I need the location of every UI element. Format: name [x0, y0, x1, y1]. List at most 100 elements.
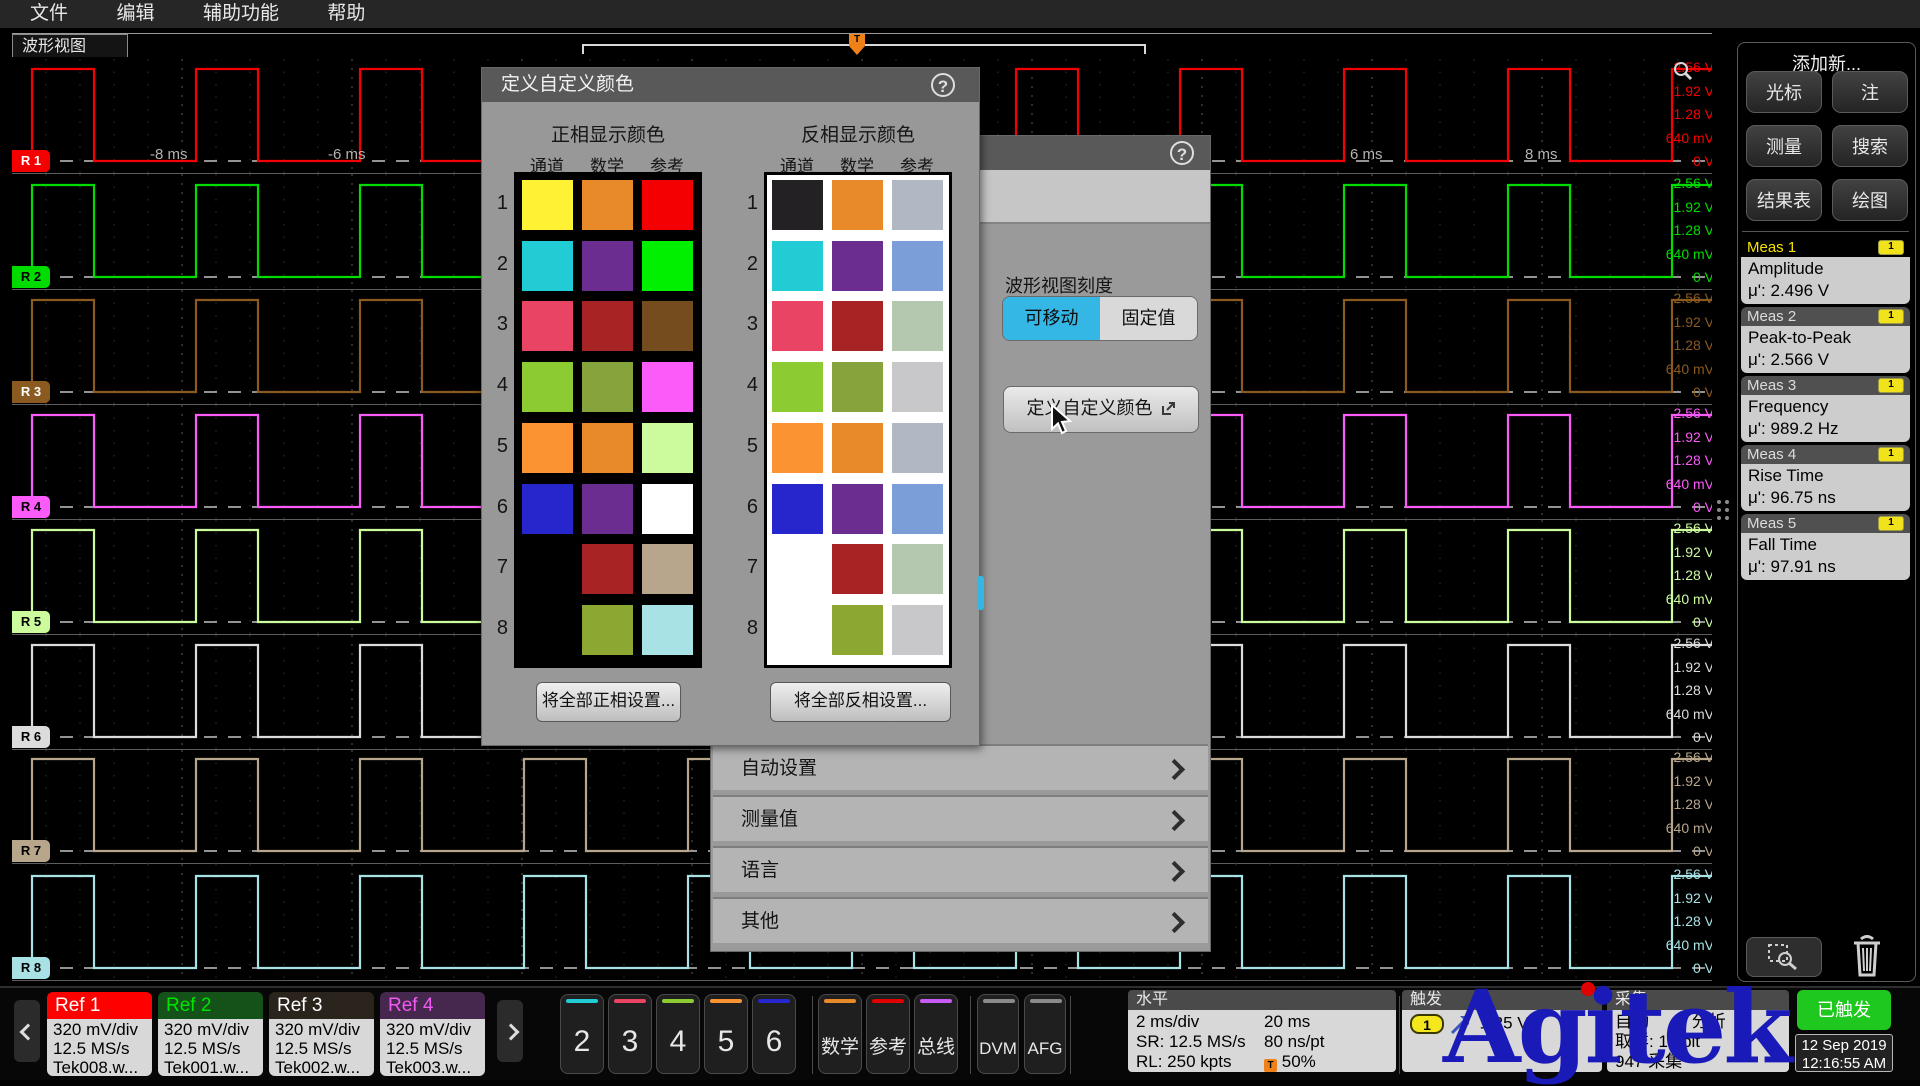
ref-handle-R5[interactable]: R 5	[12, 611, 50, 633]
meas-badge-2[interactable]: Meas 21Peak-to-Peakμ': 2.566 V	[1741, 307, 1910, 373]
inverted-swatch-ref-1[interactable]	[892, 180, 943, 230]
add-button-4-结果表[interactable]: 结果表	[1746, 179, 1822, 221]
channel-button-4[interactable]: 4	[656, 994, 700, 1074]
normal-swatch-ch-1[interactable]	[522, 180, 573, 230]
channel-button-DVM[interactable]: DVM	[977, 994, 1019, 1074]
ref-handle-R3[interactable]: R 3	[12, 381, 50, 403]
ref-handle-R2[interactable]: R 2	[12, 266, 50, 288]
normal-swatch-math-5[interactable]	[582, 423, 633, 473]
normal-swatch-ch-5[interactable]	[522, 423, 573, 473]
add-button-3-搜索[interactable]: 搜索	[1832, 125, 1908, 167]
settings-row-0[interactable]: 自动设置	[713, 744, 1208, 790]
channel-button-3[interactable]: 3	[608, 994, 652, 1074]
normal-swatch-ref-5[interactable]	[642, 423, 693, 473]
inverted-swatch-math-6[interactable]	[832, 484, 883, 534]
toggle-fixed[interactable]: 固定值	[1100, 297, 1197, 340]
horizontal-badge[interactable]: 水平 2 ms/div20 msSR: 12.5 MS/s80 ns/ptRL:…	[1128, 990, 1396, 1072]
inverted-swatch-math-5[interactable]	[832, 423, 883, 473]
ref-badge-1[interactable]: Ref 1320 mV/div12.5 MS/sTek008.w...	[47, 992, 152, 1076]
trash-icon[interactable]	[1846, 931, 1888, 979]
ref-badge-4[interactable]: Ref 4320 mV/div12.5 MS/sTek003.w...	[380, 992, 485, 1076]
channel-button-参考[interactable]: 参考	[866, 994, 910, 1074]
inverted-swatch-math-7[interactable]	[832, 544, 883, 594]
define-custom-colors-button[interactable]: 定义自定义颜色	[1003, 386, 1199, 433]
normal-swatch-ref-1[interactable]	[642, 180, 693, 230]
ref-handle-R7[interactable]: R 7	[12, 840, 50, 862]
inverted-swatch-ref-6[interactable]	[892, 484, 943, 534]
ref-badge-3[interactable]: Ref 3320 mV/div12.5 MS/sTek002.w...	[269, 992, 374, 1076]
inverted-swatch-ref-5[interactable]	[892, 423, 943, 473]
inverted-swatch-math-3[interactable]	[832, 301, 883, 351]
inverted-swatch-ch-2[interactable]	[772, 241, 823, 291]
normal-swatch-math-2[interactable]	[582, 241, 633, 291]
inverted-swatch-ref-3[interactable]	[892, 301, 943, 351]
inverted-swatch-math-8[interactable]	[832, 605, 883, 655]
ref-handle-R1[interactable]: R 1	[12, 150, 50, 172]
inverted-swatch-ref-4[interactable]	[892, 362, 943, 412]
normal-swatch-ch-3[interactable]	[522, 301, 573, 351]
normal-swatch-ch-4[interactable]	[522, 362, 573, 412]
normal-swatch-ref-3[interactable]	[642, 301, 693, 351]
ref-scroll-right-button[interactable]	[497, 1000, 523, 1062]
inverted-swatch-ch-5[interactable]	[772, 423, 823, 473]
channel-button-5[interactable]: 5	[704, 994, 748, 1074]
normal-swatch-math-1[interactable]	[582, 180, 633, 230]
inverted-swatch-ch-1[interactable]	[772, 180, 823, 230]
normal-swatch-ch-2[interactable]	[522, 241, 573, 291]
menu-help[interactable]: 帮助	[327, 0, 365, 28]
dialog-help-icon[interactable]: ?	[931, 73, 955, 97]
scroll-indicator[interactable]	[977, 576, 984, 610]
normal-swatch-math-6[interactable]	[582, 484, 633, 534]
panel-drag-handle[interactable]	[1717, 500, 1729, 520]
set-all-inverted-button[interactable]: 将全部反相设置...	[770, 682, 951, 722]
menu-file[interactable]: 文件	[30, 0, 68, 28]
normal-swatch-ref-8[interactable]	[642, 605, 693, 655]
inverted-swatch-ref-7[interactable]	[892, 544, 943, 594]
meas-badge-1[interactable]: Meas 11Amplitudeμ': 2.496 V	[1741, 238, 1910, 304]
meas-badge-4[interactable]: Meas 41Rise Timeμ': 96.75 ns	[1741, 445, 1910, 511]
inverted-swatch-math-1[interactable]	[832, 180, 883, 230]
meas-badge-3[interactable]: Meas 31Frequencyμ': 989.2 Hz	[1741, 376, 1910, 442]
ref-handle-R8[interactable]: R 8	[12, 957, 50, 979]
normal-swatch-ch-6[interactable]	[522, 484, 573, 534]
waveform-magnifier-icon[interactable]	[1672, 60, 1694, 82]
inverted-swatch-ref-8[interactable]	[892, 605, 943, 655]
add-button-0-光标[interactable]: 光标	[1746, 71, 1822, 113]
channel-button-6[interactable]: 6	[752, 994, 796, 1074]
add-button-5-绘图[interactable]: 绘图	[1832, 179, 1908, 221]
normal-swatch-ref-2[interactable]	[642, 241, 693, 291]
tab-waveform-view[interactable]: 波形视图	[12, 34, 128, 57]
normal-swatch-ref-6[interactable]	[642, 484, 693, 534]
normal-swatch-math-3[interactable]	[582, 301, 633, 351]
normal-swatch-math-8[interactable]	[582, 605, 633, 655]
inverted-swatch-math-2[interactable]	[832, 241, 883, 291]
ref-handle-R6[interactable]: R 6	[12, 726, 50, 748]
add-button-1-注[interactable]: 注	[1832, 71, 1908, 113]
settings-row-2[interactable]: 语言	[713, 846, 1208, 892]
inverted-swatch-ch-3[interactable]	[772, 301, 823, 351]
trigger-position-icon[interactable]: T	[849, 34, 865, 46]
channel-button-总线[interactable]: 总线	[914, 994, 958, 1074]
channel-button-数学[interactable]: 数学	[818, 994, 862, 1074]
menu-edit[interactable]: 编辑	[116, 0, 154, 28]
toggle-movable[interactable]: 可移动	[1003, 297, 1100, 340]
settings-row-3[interactable]: 其他	[713, 897, 1208, 943]
ref-badge-2[interactable]: Ref 2320 mV/div12.5 MS/sTek001.w...	[158, 992, 263, 1076]
channel-button-AFG[interactable]: AFG	[1024, 994, 1066, 1074]
inverted-swatch-ref-2[interactable]	[892, 241, 943, 291]
menu-utility[interactable]: 辅助功能	[203, 0, 279, 28]
settings-row-1[interactable]: 测量值	[713, 795, 1208, 841]
normal-swatch-ref-7[interactable]	[642, 544, 693, 594]
settings-help-icon[interactable]: ?	[1170, 141, 1194, 165]
inverted-swatch-ch-4[interactable]	[772, 362, 823, 412]
channel-button-2[interactable]: 2	[560, 994, 604, 1074]
set-all-normal-button[interactable]: 将全部正相设置...	[536, 682, 681, 722]
inverted-swatch-ch-6[interactable]	[772, 484, 823, 534]
normal-swatch-ref-4[interactable]	[642, 362, 693, 412]
normal-swatch-math-4[interactable]	[582, 362, 633, 412]
inverted-swatch-math-4[interactable]	[832, 362, 883, 412]
normal-swatch-math-7[interactable]	[582, 544, 633, 594]
add-button-2-测量[interactable]: 测量	[1746, 125, 1822, 167]
meas-badge-5[interactable]: Meas 51Fall Timeμ': 97.91 ns	[1741, 514, 1910, 580]
ref-scroll-left-button[interactable]	[14, 1000, 40, 1062]
